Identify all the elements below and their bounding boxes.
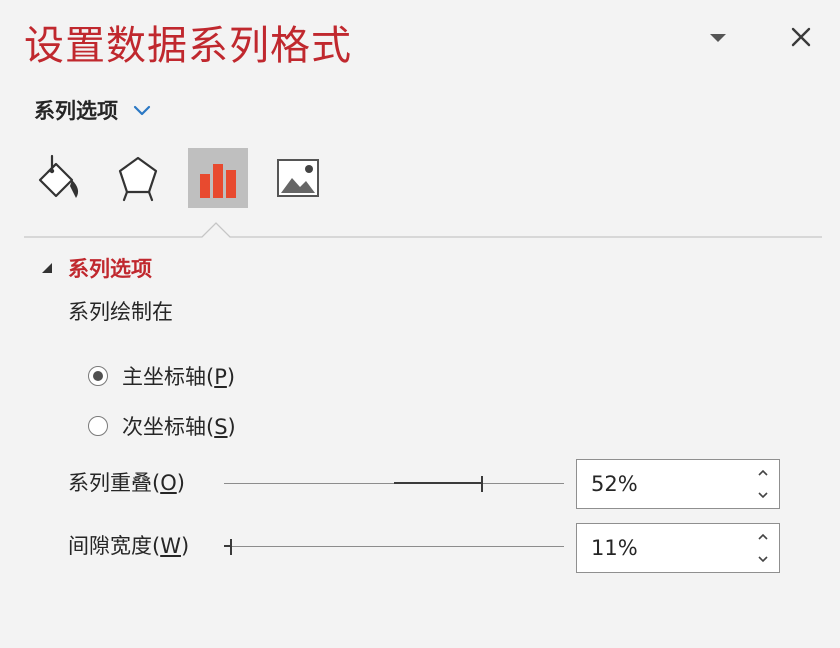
- plot-series-on-label: 系列绘制在: [68, 300, 173, 324]
- slider-thumb[interactable]: [481, 476, 484, 492]
- chevron-up-icon: [758, 533, 768, 540]
- gap-width-close-paren: ): [180, 534, 190, 558]
- primary-axis-accel-key: P: [214, 365, 227, 389]
- chevron-down-icon: [758, 492, 768, 499]
- spin-down-button[interactable]: [755, 549, 771, 569]
- radio-button-checked[interactable]: [88, 366, 108, 386]
- close-button[interactable]: [786, 22, 816, 52]
- series-overlap-accel-key: O: [160, 471, 177, 495]
- series-options-chart-icon: [200, 164, 236, 198]
- gap-width-label: 间隙宽度(W): [68, 530, 189, 562]
- secondary-axis-accel-key: S: [214, 415, 228, 439]
- series-overlap-text: 系列重叠(: [68, 471, 161, 495]
- close-icon: [791, 27, 811, 47]
- secondary-axis-text: 次坐标轴(: [122, 415, 215, 439]
- series-overlap-close-paren: ): [176, 471, 185, 495]
- slider-fill: [394, 482, 483, 484]
- tab-effects[interactable]: [108, 148, 168, 208]
- primary-axis-close-paren: ): [226, 365, 236, 389]
- primary-axis-label: 主坐标轴(P): [122, 361, 235, 391]
- effects-pentagon-icon: [118, 156, 158, 202]
- gap-width-accel-key: W: [160, 534, 181, 558]
- gap-width-value[interactable]: 11%: [591, 524, 638, 572]
- tab-picture[interactable]: [268, 148, 328, 208]
- series-options-dropdown[interactable]: 系列选项: [34, 94, 152, 126]
- spin-up-button[interactable]: [755, 527, 771, 547]
- triangle-down-icon: [710, 34, 726, 42]
- series-overlap-spinbox[interactable]: 52%: [576, 459, 780, 509]
- fill-line-icon: [38, 154, 79, 198]
- gap-width-slider[interactable]: [224, 535, 564, 559]
- gap-width-text: 间隙宽度(: [68, 534, 161, 558]
- primary-axis-text: 主坐标轴(: [122, 365, 215, 389]
- pane-title: 设置数据系列格式: [24, 23, 352, 69]
- category-dropdown-label: 系列选项: [34, 99, 118, 123]
- secondary-axis-label: 次坐标轴(S): [122, 411, 236, 441]
- series-overlap-label: 系列重叠(O): [68, 467, 185, 499]
- radio-button-unchecked[interactable]: [88, 416, 108, 436]
- secondary-axis-radio[interactable]: 次坐标轴(S): [88, 410, 236, 442]
- series-options-section-header[interactable]: 系列选项: [40, 252, 152, 284]
- chevron-up-icon: [758, 469, 768, 476]
- spin-up-button[interactable]: [755, 463, 771, 483]
- slider-thumb[interactable]: [230, 539, 233, 555]
- spin-down-button[interactable]: [755, 485, 771, 505]
- primary-axis-radio[interactable]: 主坐标轴(P): [88, 360, 235, 392]
- picture-icon: [277, 159, 319, 197]
- chevron-down-icon: [758, 556, 768, 563]
- section-title: 系列选项: [68, 257, 152, 281]
- radio-dot: [93, 371, 103, 381]
- tab-fill-line[interactable]: [28, 148, 88, 208]
- gap-width-spinbox[interactable]: 11%: [576, 523, 780, 573]
- slider-track: [224, 546, 564, 547]
- tab-series-options[interactable]: [188, 148, 248, 208]
- pane-options-button[interactable]: [704, 28, 732, 48]
- chevron-down-icon: [132, 103, 152, 117]
- series-overlap-slider[interactable]: [224, 472, 564, 496]
- collapse-triangle-icon: [40, 261, 54, 275]
- secondary-axis-close-paren: ): [227, 415, 236, 439]
- series-overlap-value[interactable]: 52%: [591, 460, 638, 508]
- tab-divider: [24, 222, 822, 238]
